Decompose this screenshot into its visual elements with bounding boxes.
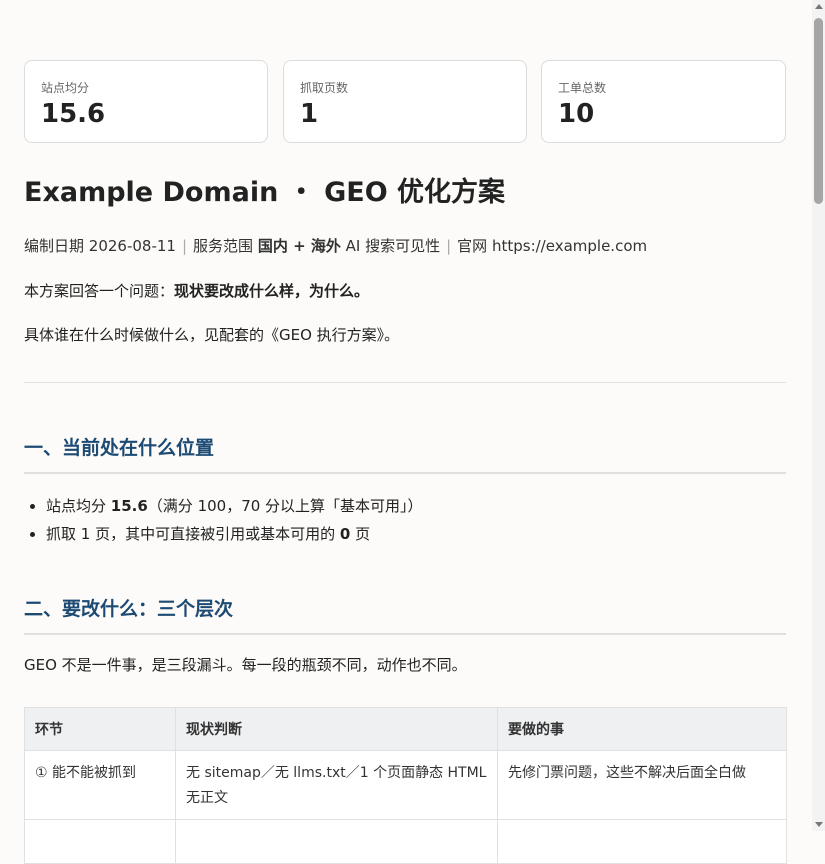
intro-question: 本方案回答一个问题：现状要改成什么样，为什么。 — [24, 280, 369, 301]
funnel-table: 环节 现状判断 要做的事 ① 能不能被抓到 无 sitemap／无 llms.t… — [24, 707, 787, 864]
stat-label: 工单总数 — [558, 81, 607, 95]
table-row — [24, 819, 787, 864]
table-header: 现状判断 — [175, 707, 498, 751]
intro-lead: 本方案回答一个问题： — [24, 282, 175, 300]
item-text: （满分 100，70 分以上算「基本可用」） — [147, 497, 423, 515]
table-header-row: 环节 现状判断 要做的事 — [24, 707, 787, 751]
stat-card-tickets: 工单总数 10 — [541, 60, 786, 143]
page-title: Example Domain ・ GEO 优化方案 — [24, 177, 506, 208]
table-cell: ① 能不能被抓到 — [24, 750, 176, 820]
stat-value: 10 — [558, 99, 595, 129]
scope-strong: 国内 + 海外 — [257, 237, 341, 255]
stat-value: 1 — [300, 99, 319, 129]
stat-label: 抓取页数 — [300, 81, 349, 95]
list-item: 站点均分 15.6（满分 100，70 分以上算「基本可用」） — [46, 492, 423, 520]
table-header: 环节 — [24, 707, 176, 751]
intro-strong: 现状要改成什么样，为什么。 — [174, 282, 370, 300]
stat-value: 15.6 — [41, 99, 106, 129]
item-strong: 0 — [339, 525, 351, 543]
item-strong: 15.6 — [110, 497, 148, 515]
stat-label: 站点均分 — [41, 81, 90, 95]
table-cell: 先修门票问题，这些不解决后面全白做 — [497, 750, 787, 820]
stat-card-pages: 抓取页数 1 — [283, 60, 527, 143]
divider — [24, 382, 786, 383]
date-value: 2026-08-11 — [88, 237, 176, 255]
table-cell — [24, 819, 176, 864]
table-row: ① 能不能被抓到 无 sitemap／无 llms.txt／1 个页面静态 HT… — [24, 750, 787, 820]
scroll-down-arrow-icon[interactable] — [815, 822, 823, 827]
meta-separator: | — [181, 237, 188, 255]
item-text: 抓取 1 页，其中可直接被引用或基本可用的 — [46, 525, 340, 543]
stat-cards: 站点均分 15.6 抓取页数 1 工单总数 10 — [24, 60, 786, 145]
table-header: 要做的事 — [497, 707, 787, 751]
scope-rest: AI 搜索可见性 — [345, 237, 441, 255]
site-label: 官网 — [457, 237, 488, 255]
position-list: 站点均分 15.6（满分 100，70 分以上算「基本可用」） 抓取 1 页，其… — [24, 492, 423, 548]
table-cell — [497, 819, 787, 864]
stat-card-score: 站点均分 15.6 — [24, 60, 268, 143]
funnel-paragraph: GEO 不是一件事，是三段漏斗。每一段的瓶颈不同，动作也不同。 — [24, 656, 467, 674]
item-text: 页 — [350, 525, 371, 543]
table-cell — [175, 819, 498, 864]
site-link[interactable]: https://example.com — [492, 237, 647, 255]
meta-separator: | — [446, 237, 452, 255]
scope-label: 服务范围 — [193, 237, 254, 255]
doc-meta: 编制日期 2026-08-11 | 服务范围 国内 + 海外 AI 搜索可见性 | 官网… — [24, 235, 647, 256]
list-item: 抓取 1 页，其中可直接被引用或基本可用的 0 页 — [46, 520, 423, 548]
section-heading-position: 一、当前处在什么位置 — [24, 433, 786, 474]
vertical-scrollbar[interactable] — [812, 0, 825, 831]
scrollbar-thumb[interactable] — [814, 18, 823, 204]
table-cell: 无 sitemap／无 llms.txt／1 个页面静态 HTML 无正文 — [175, 750, 498, 820]
date-label: 编制日期 — [24, 237, 85, 255]
section-heading-changes: 二、要改什么：三个层次 — [24, 594, 786, 635]
scroll-up-arrow-icon[interactable] — [815, 4, 823, 9]
intro-note: 具体谁在什么时候做什么，见配套的《GEO 执行方案》。 — [24, 326, 400, 344]
item-text: 站点均分 — [46, 497, 111, 515]
